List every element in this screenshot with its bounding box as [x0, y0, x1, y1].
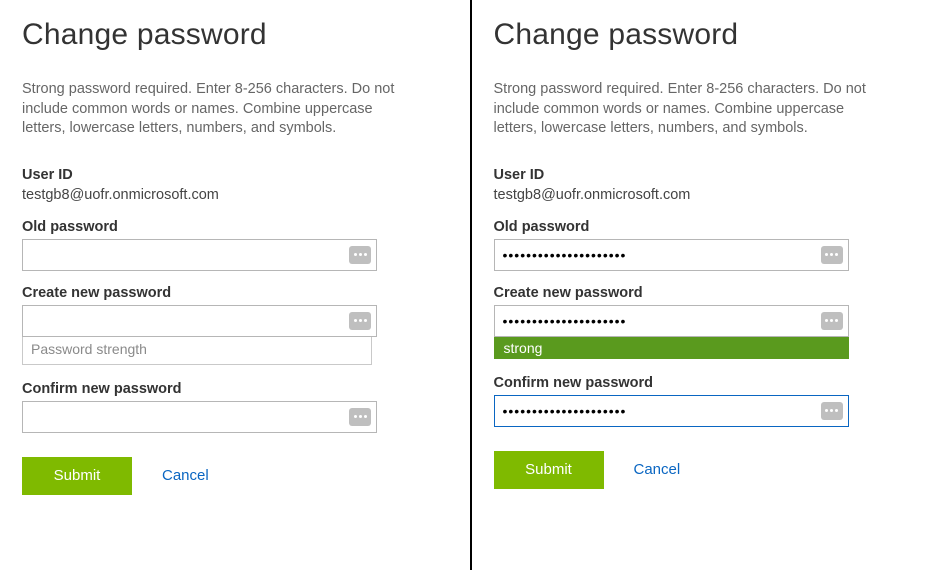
user-id-value: testgb8@uofr.onmicrosoft.com	[22, 187, 448, 203]
page-title: Change password	[22, 18, 448, 52]
old-password-input[interactable]	[22, 239, 377, 271]
old-password-label: Old password	[22, 219, 448, 235]
new-password-row	[494, 305, 849, 337]
confirm-password-label: Confirm new password	[494, 375, 922, 391]
new-password-input[interactable]	[494, 305, 849, 337]
confirm-password-input[interactable]	[494, 395, 849, 427]
keypad-icon[interactable]	[821, 246, 843, 264]
page-title: Change password	[494, 18, 922, 52]
keypad-icon[interactable]	[821, 312, 843, 330]
button-row: Submit Cancel	[494, 451, 922, 489]
cancel-link[interactable]: Cancel	[634, 461, 681, 478]
confirm-password-row	[494, 395, 849, 427]
old-password-row	[22, 239, 377, 271]
confirm-password-label: Confirm new password	[22, 381, 448, 397]
submit-button[interactable]: Submit	[22, 457, 132, 495]
password-policy-text: Strong password required. Enter 8-256 ch…	[494, 80, 874, 139]
keypad-icon[interactable]	[349, 246, 371, 264]
change-password-panel-filled: Change password Strong password required…	[472, 0, 943, 570]
keypad-icon[interactable]	[349, 408, 371, 426]
user-id-label: User ID	[22, 167, 448, 183]
new-password-label: Create new password	[494, 285, 922, 301]
password-strength-indicator: strong	[494, 337, 849, 359]
new-password-row	[22, 305, 377, 337]
user-id-value: testgb8@uofr.onmicrosoft.com	[494, 187, 922, 203]
old-password-label: Old password	[494, 219, 922, 235]
password-strength-indicator: Password strength	[22, 337, 372, 365]
cancel-link[interactable]: Cancel	[162, 467, 209, 484]
old-password-row	[494, 239, 849, 271]
button-row: Submit Cancel	[22, 457, 448, 495]
change-password-panel-empty: Change password Strong password required…	[0, 0, 472, 570]
new-password-label: Create new password	[22, 285, 448, 301]
keypad-icon[interactable]	[821, 402, 843, 420]
submit-button[interactable]: Submit	[494, 451, 604, 489]
keypad-icon[interactable]	[349, 312, 371, 330]
confirm-password-row	[22, 401, 377, 433]
new-password-input[interactable]	[22, 305, 377, 337]
password-policy-text: Strong password required. Enter 8-256 ch…	[22, 80, 402, 139]
old-password-input[interactable]	[494, 239, 849, 271]
confirm-password-input[interactable]	[22, 401, 377, 433]
user-id-label: User ID	[494, 167, 922, 183]
